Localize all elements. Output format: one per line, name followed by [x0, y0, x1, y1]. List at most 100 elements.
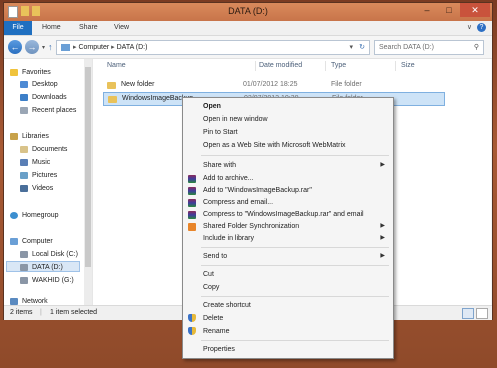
menu-separator [201, 265, 389, 266]
breadcrumb-separator-icon: ▸ [109, 44, 117, 51]
address-bar[interactable]: ▸ Computer ▸ DATA (D:) ▾ ↻ [56, 40, 370, 55]
submenu-arrow-icon: ▶ [380, 223, 385, 229]
nav-local-disk[interactable]: Local Disk (C:) [20, 249, 78, 260]
column-separator[interactable] [395, 61, 396, 71]
tab-view[interactable]: View [114, 21, 129, 35]
videos-icon [20, 184, 28, 192]
nav-documents[interactable]: Documents [20, 144, 67, 155]
star-icon [10, 68, 18, 76]
libraries-icon [10, 132, 18, 140]
tab-home[interactable]: Home [42, 21, 61, 35]
menu-send-to[interactable]: Send to ▶ [203, 251, 389, 262]
close-button[interactable]: ✕ [460, 3, 490, 17]
menu-rename[interactable]: Rename [203, 326, 389, 337]
winrar-icon [188, 187, 196, 195]
nav-music[interactable]: Music [20, 157, 50, 168]
winrar-icon [188, 199, 196, 207]
context-menu: Open Open in new window Pin to Start Ope… [182, 97, 394, 359]
shield-icon [188, 327, 196, 335]
column-name[interactable]: Name [107, 62, 126, 69]
drive-icon [20, 276, 28, 284]
search-box[interactable]: Search DATA (D:) ⚲ [374, 40, 484, 55]
forward-button[interactable]: → [25, 40, 39, 54]
ribbon-tabs: File Home Share View ∨ ? [4, 21, 492, 36]
menu-add-to-archive[interactable]: Add to archive... [203, 173, 389, 184]
nav-network[interactable]: Network [10, 296, 48, 305]
large-icons-view-icon[interactable] [476, 308, 488, 319]
nav-computer[interactable]: Computer [10, 236, 53, 247]
nav-favorites[interactable]: Favorites [10, 67, 51, 78]
menu-include-in-library[interactable]: Include in library ▶ [203, 233, 389, 244]
winrar-icon [188, 211, 196, 219]
column-date[interactable]: Date modified [259, 62, 302, 69]
column-size[interactable]: Size [401, 62, 415, 69]
tab-file[interactable]: File [4, 21, 32, 35]
menu-cut[interactable]: Cut [203, 269, 389, 280]
nav-data-drive[interactable]: DATA (D:) [6, 261, 80, 272]
nav-pictures[interactable]: Pictures [20, 170, 57, 181]
homegroup-icon [10, 211, 18, 219]
minimize-button[interactable]: – [416, 3, 438, 17]
expand-ribbon-icon[interactable]: ∨ [467, 23, 472, 31]
column-separator[interactable] [255, 61, 256, 71]
nav-libraries[interactable]: Libraries [10, 131, 49, 142]
scroll-thumb[interactable] [85, 67, 91, 267]
computer-icon [10, 237, 18, 245]
desktop-icon [20, 80, 28, 88]
nav-desktop[interactable]: Desktop [20, 79, 58, 90]
address-dropdown-icon[interactable]: ▾ [349, 41, 353, 54]
nav-homegroup[interactable]: Homegroup [10, 210, 59, 221]
recent-locations-icon[interactable]: ▾ [42, 44, 45, 51]
up-button[interactable]: ↑ [48, 42, 53, 52]
file-type: File folder [331, 81, 362, 88]
menu-separator [201, 247, 389, 248]
column-type[interactable]: Type [331, 62, 346, 69]
menu-open-webmatrix[interactable]: Open as a Web Site with Microsoft WebMat… [203, 140, 389, 151]
menu-compress-email[interactable]: Compress and email... [203, 197, 389, 208]
file-date: 01/07/2012 18:25 [243, 81, 298, 88]
folder-icon [108, 96, 117, 103]
menu-copy[interactable]: Copy [203, 282, 389, 293]
nav-recent-places[interactable]: Recent places [20, 105, 76, 116]
navigation-pane: Favorites Desktop Downloads Recent place… [4, 59, 93, 305]
recent-places-icon [20, 106, 28, 114]
tab-share[interactable]: Share [79, 21, 98, 35]
navigation-bar: ← → ▾ ↑ ▸ Computer ▸ DATA (D:) ▾ ↻ Search … [4, 36, 492, 59]
pictures-icon [20, 171, 28, 179]
menu-pin-to-start[interactable]: Pin to Start [203, 127, 389, 138]
breadcrumb-current[interactable]: DATA (D:) [117, 44, 148, 51]
menu-open[interactable]: Open [203, 101, 389, 112]
search-icon[interactable]: ⚲ [474, 41, 479, 54]
nav-scrollbar[interactable] [84, 59, 92, 305]
submenu-arrow-icon: ▶ [380, 235, 385, 241]
menu-properties[interactable]: Properties [203, 344, 389, 355]
details-view-icon[interactable] [462, 308, 474, 319]
menu-separator [201, 340, 389, 341]
item-count: 2 items [10, 309, 33, 316]
search-input[interactable]: Search DATA (D:) [379, 44, 434, 51]
nav-downloads[interactable]: Downloads [20, 92, 67, 103]
breadcrumb-computer[interactable]: Computer [78, 44, 109, 51]
menu-separator [201, 296, 389, 297]
drive-icon [20, 263, 28, 271]
nav-videos[interactable]: Videos [20, 183, 53, 194]
menu-open-new-window[interactable]: Open in new window [203, 114, 389, 125]
file-row[interactable]: New folder 01/07/2012 18:25 File folder [103, 79, 443, 91]
menu-shared-folder-sync[interactable]: Shared Folder Synchronization ▶ [203, 221, 389, 232]
column-separator[interactable] [325, 61, 326, 71]
maximize-button[interactable]: □ [438, 3, 460, 17]
menu-create-shortcut[interactable]: Create shortcut [203, 300, 389, 311]
back-button[interactable]: ← [8, 40, 22, 54]
title-bar: DATA (D:) – □ ✕ [4, 3, 492, 21]
submenu-arrow-icon: ▶ [380, 253, 385, 259]
menu-add-to-rar[interactable]: Add to "WindowsImageBackup.rar" [203, 185, 389, 196]
documents-icon [20, 145, 28, 153]
menu-share-with[interactable]: Share with ▶ [203, 160, 389, 171]
sync-icon [188, 223, 196, 231]
refresh-icon[interactable]: ↻ [359, 41, 365, 54]
help-icon[interactable]: ? [477, 23, 486, 32]
nav-wakhid-drive[interactable]: WAKHID (G:) [20, 275, 74, 286]
menu-delete[interactable]: Delete [203, 313, 389, 324]
folder-icon [107, 82, 116, 89]
menu-compress-rar-email[interactable]: Compress to "WindowsImageBackup.rar" and… [203, 209, 389, 220]
